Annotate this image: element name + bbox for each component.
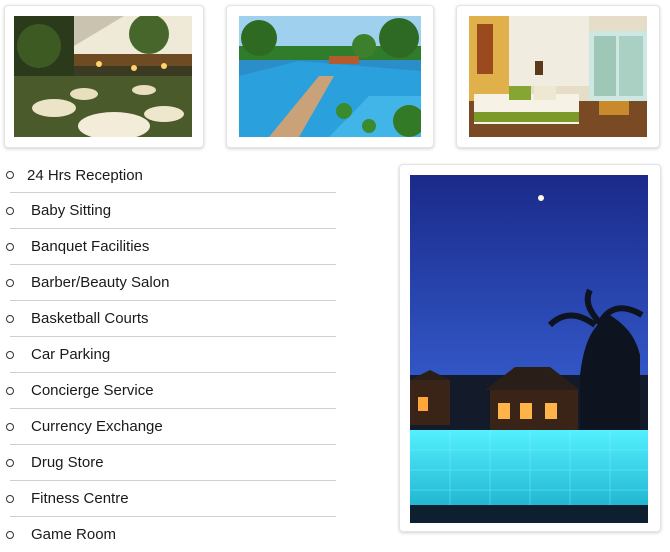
- list-item: Banquet Facilities: [6, 229, 336, 265]
- thumbnail-pool[interactable]: [226, 5, 434, 148]
- list-item: 24 Hrs Reception: [6, 157, 336, 193]
- amenity-label: Fitness Centre: [31, 490, 129, 507]
- night-pool-villa-photo: [410, 175, 648, 523]
- amenity-label: Car Parking: [31, 346, 111, 363]
- list-item: Baby Sitting: [6, 193, 336, 229]
- list-item: Car Parking: [6, 337, 336, 373]
- circle-bullet-icon: [6, 315, 14, 323]
- amenities-list: 24 Hrs Reception Baby Sitting Banquet Fa…: [0, 157, 345, 552]
- circle-bullet-icon: [6, 459, 14, 467]
- amenity-label: Currency Exchange: [31, 418, 163, 435]
- guest-room-photo: [469, 16, 647, 137]
- list-item: Game Room: [6, 517, 336, 552]
- circle-bullet-icon: [6, 531, 14, 539]
- list-item: Fitness Centre: [6, 481, 336, 517]
- list-item: Currency Exchange: [6, 409, 336, 445]
- circle-bullet-icon: [6, 207, 14, 215]
- circle-bullet-icon: [6, 387, 14, 395]
- circle-bullet-icon: [6, 423, 14, 431]
- amenity-label: Basketball Courts: [31, 310, 149, 327]
- amenity-label: Drug Store: [31, 454, 104, 471]
- circle-bullet-icon: [6, 171, 14, 179]
- list-item: Drug Store: [6, 445, 336, 481]
- amenity-label: Concierge Service: [31, 382, 154, 399]
- thumbnail-room[interactable]: [456, 5, 660, 148]
- amenity-label: Barber/Beauty Salon: [31, 274, 170, 291]
- resort-pool-photo: [239, 16, 421, 137]
- amenity-label: Game Room: [31, 526, 117, 543]
- feature-photo-frame[interactable]: [399, 164, 661, 532]
- restaurant-terrace-photo: [14, 16, 192, 137]
- list-item: Barber/Beauty Salon: [6, 265, 336, 301]
- circle-bullet-icon: [6, 243, 14, 251]
- circle-bullet-icon: [6, 495, 14, 503]
- thumbnail-restaurant[interactable]: [4, 5, 204, 148]
- circle-bullet-icon: [6, 279, 14, 287]
- amenity-label: Baby Sitting: [31, 202, 112, 219]
- amenity-label: 24 Hrs Reception: [27, 167, 143, 184]
- amenity-label: Banquet Facilities: [31, 238, 150, 255]
- list-item: Basketball Courts: [6, 301, 336, 337]
- list-item: Concierge Service: [6, 373, 336, 409]
- circle-bullet-icon: [6, 351, 14, 359]
